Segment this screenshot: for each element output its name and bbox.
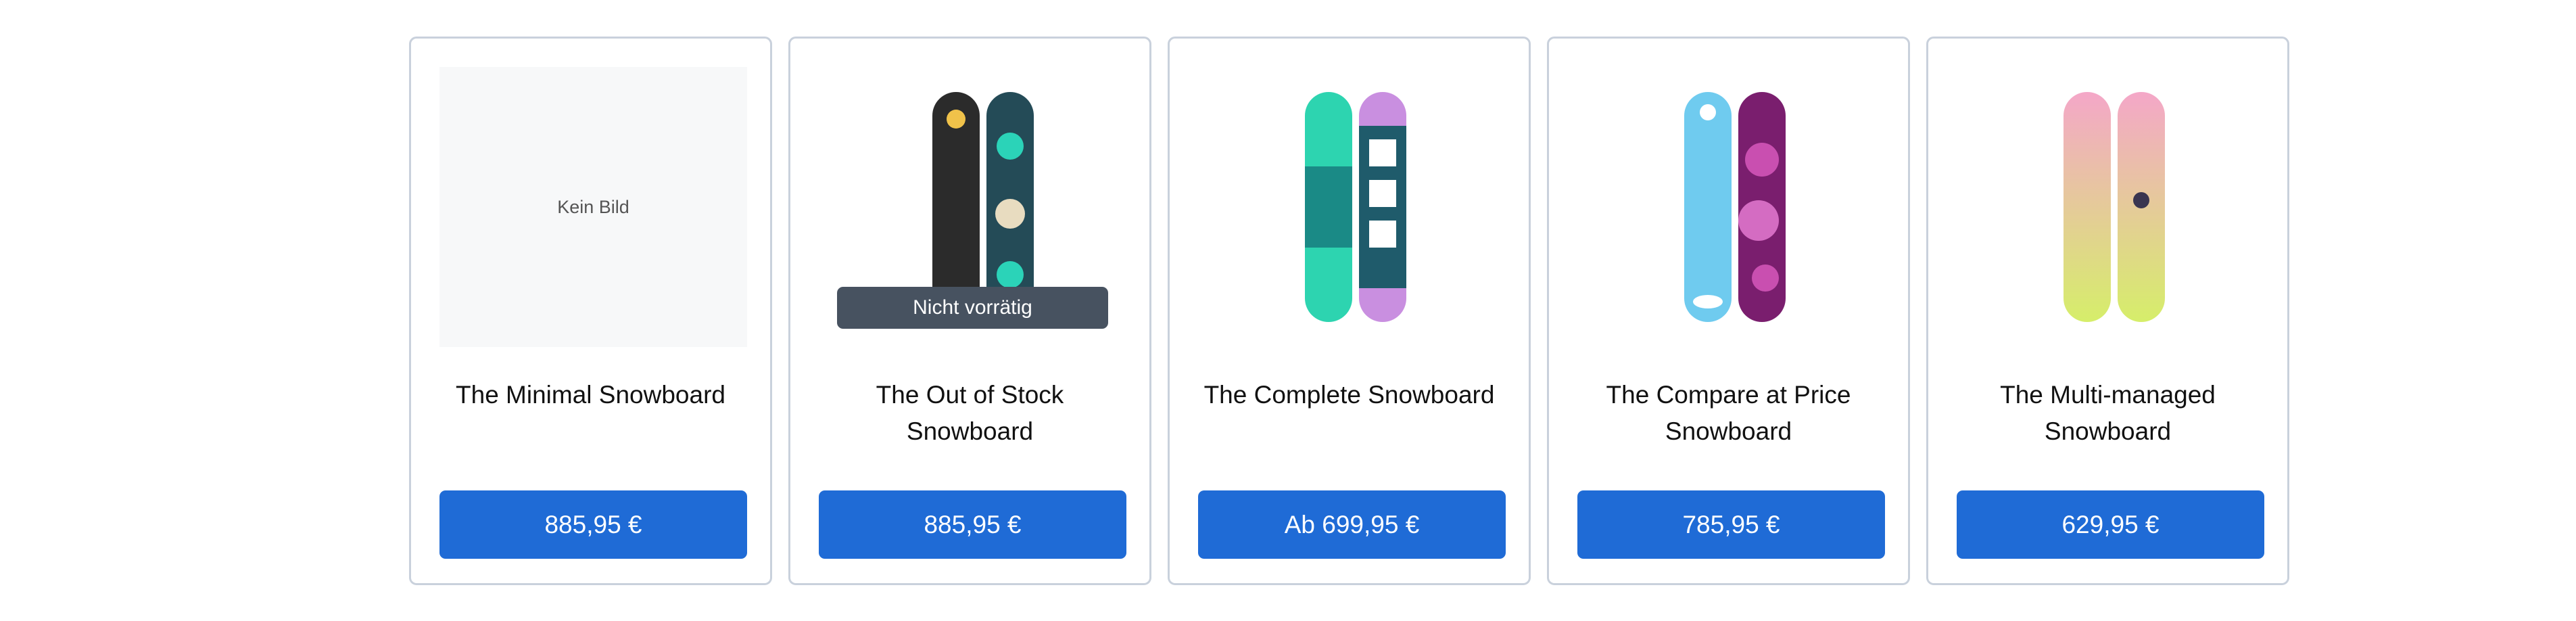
price-button[interactable]: 785,95 € bbox=[1577, 490, 1885, 559]
price-button[interactable]: 885,95 € bbox=[819, 490, 1126, 559]
product-image[interactable] bbox=[1577, 67, 1885, 347]
product-card[interactable]: Kein Bild The Minimal Snowboard 885,95 € bbox=[409, 37, 772, 585]
snowboard-image bbox=[1684, 92, 1786, 322]
product-title[interactable]: The Multi-managed Snowboard bbox=[1955, 377, 2260, 450]
product-grid: Kein Bild The Minimal Snowboard 885,95 €… bbox=[409, 37, 2289, 585]
product-title[interactable]: The Compare at Price Snowboard bbox=[1576, 377, 1881, 450]
price-button[interactable]: Ab 699,95 € bbox=[1198, 490, 1506, 559]
product-title[interactable]: The Complete Snowboard bbox=[1197, 377, 1502, 413]
product-card[interactable]: The Multi-managed Snowboard 629,95 € bbox=[1926, 37, 2289, 585]
snowboard-image bbox=[2063, 92, 2165, 322]
product-card[interactable]: Nicht vorrätig The Out of Stock Snowboar… bbox=[788, 37, 1151, 585]
snowboard-image bbox=[1304, 92, 1406, 322]
out-of-stock-badge: Nicht vorrätig bbox=[837, 287, 1108, 329]
price-button[interactable]: 885,95 € bbox=[439, 490, 747, 559]
product-title[interactable]: The Minimal Snowboard bbox=[438, 377, 743, 413]
product-image[interactable] bbox=[1957, 67, 2264, 347]
product-image-placeholder[interactable]: Kein Bild bbox=[439, 67, 747, 347]
product-card[interactable]: The Complete Snowboard Ab 699,95 € bbox=[1168, 37, 1531, 585]
price-button[interactable]: 629,95 € bbox=[1957, 490, 2264, 559]
product-image[interactable] bbox=[1198, 67, 1506, 347]
no-image-label: Kein Bild bbox=[557, 196, 629, 217]
product-card[interactable]: The Compare at Price Snowboard 785,95 € bbox=[1547, 37, 1910, 585]
product-title[interactable]: The Out of Stock Snowboard bbox=[817, 377, 1122, 450]
